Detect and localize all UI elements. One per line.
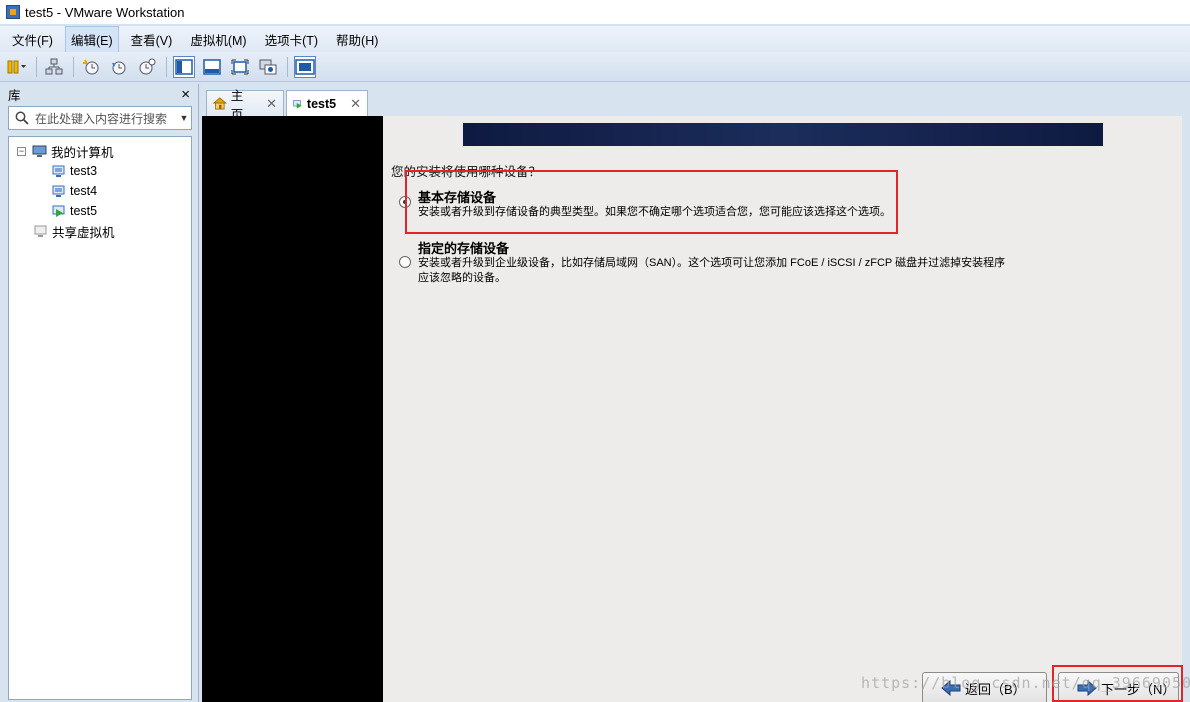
toolbar-separator bbox=[36, 56, 37, 77]
library-title: 库 bbox=[8, 88, 21, 103]
menu-edit[interactable]: 编辑(E) bbox=[64, 25, 119, 53]
console-view-icon[interactable] bbox=[294, 55, 316, 78]
snapshot-manager-icon[interactable] bbox=[136, 56, 158, 78]
menu-bar: 文件(F) 编辑(E) 查看(V) 虚拟机(M) 选项卡(T) 帮助(H) bbox=[0, 25, 1190, 53]
vm-running-icon bbox=[293, 99, 302, 109]
tree-item-test3[interactable]: test3 bbox=[9, 161, 191, 181]
network-icon[interactable] bbox=[43, 56, 65, 78]
menu-view[interactable]: 查看(V) bbox=[125, 26, 179, 53]
revert-icon[interactable] bbox=[108, 56, 130, 78]
vm-console-screen[interactable]: 您的安装将使用哪种设备？ 基本存储设备 安装或者升级到存储设备的典型类型。如果您… bbox=[383, 116, 1190, 702]
quick-switch-icon[interactable] bbox=[201, 56, 223, 78]
vmware-logo-icon bbox=[6, 5, 20, 19]
library-header: 库 × bbox=[0, 84, 198, 104]
menu-file[interactable]: 文件(F) bbox=[6, 26, 59, 53]
menu-tabs[interactable]: 选项卡(T) bbox=[259, 26, 324, 53]
window-title: test5 - VMware Workstation bbox=[25, 4, 185, 20]
menu-help[interactable]: 帮助(H) bbox=[330, 26, 384, 53]
library-search-input[interactable]: 在此处键入内容进行搜索 ▼ bbox=[8, 106, 192, 130]
tab-label: test5 bbox=[306, 97, 337, 111]
search-icon bbox=[15, 111, 29, 125]
vm-icon bbox=[52, 185, 65, 197]
menu-vm[interactable]: 虚拟机(M) bbox=[184, 26, 252, 53]
collapse-icon[interactable]: − bbox=[17, 146, 26, 156]
installer-banner bbox=[463, 123, 1103, 146]
close-icon[interactable]: × bbox=[181, 86, 190, 103]
vm-console-black-area[interactable] bbox=[202, 116, 383, 702]
chevron-down-icon[interactable]: ▼ bbox=[177, 113, 191, 123]
toolbar-separator bbox=[166, 56, 167, 77]
highlight-box-basic-storage bbox=[405, 170, 898, 234]
vm-console-border bbox=[1182, 116, 1190, 702]
vm-icon bbox=[52, 165, 65, 177]
tree-item-label: 共享虚拟机 bbox=[52, 225, 115, 240]
toolbar-separator bbox=[287, 56, 288, 77]
shared-vm-icon bbox=[34, 225, 47, 237]
tab-home[interactable]: 主页 ✕ bbox=[206, 89, 284, 122]
computer-icon bbox=[32, 145, 47, 157]
snapshot-icon[interactable] bbox=[80, 56, 102, 78]
tree-item-my-computer[interactable]: − 我的计算机 bbox=[9, 141, 191, 161]
library-tree: − 我的计算机 test3 test4 test5 共享虚拟机 bbox=[8, 136, 192, 700]
tree-item-label: test4 bbox=[70, 184, 98, 198]
tree-item-shared-vms[interactable]: 共享虚拟机 bbox=[9, 221, 191, 241]
unity-icon[interactable] bbox=[257, 56, 279, 78]
fullscreen-icon[interactable] bbox=[229, 56, 251, 78]
radio-specialized-storage[interactable] bbox=[399, 256, 411, 268]
watermark-text: https://blog.csdn.net/qq_39669050 bbox=[861, 674, 1190, 692]
vm-running-icon bbox=[52, 205, 65, 217]
close-icon[interactable]: ✕ bbox=[266, 96, 277, 112]
option-specialized-storage-desc-line2: 应该忽略的设备。 bbox=[418, 272, 506, 284]
tab-test5[interactable]: test5 ✕ bbox=[286, 90, 368, 117]
toolbar-separator bbox=[73, 56, 74, 77]
tab-bar: 主页 ✕ test5 ✕ bbox=[202, 84, 1190, 122]
title-bar: test5 - VMware Workstation bbox=[0, 0, 1190, 24]
tree-item-label: 我的计算机 bbox=[51, 145, 114, 160]
close-icon[interactable]: ✕ bbox=[350, 96, 361, 112]
tree-item-label: test5 bbox=[70, 204, 98, 218]
tree-item-label: test3 bbox=[70, 164, 98, 178]
tree-item-test5[interactable]: test5 bbox=[9, 201, 191, 221]
library-panel: 库 × 在此处键入内容进行搜索 ▼ − 我的计算机 test3 test4 te… bbox=[0, 84, 199, 702]
tree-item-test4[interactable]: test4 bbox=[9, 181, 191, 201]
pause-icon[interactable] bbox=[6, 56, 28, 78]
normal-view-icon[interactable] bbox=[173, 55, 195, 78]
search-placeholder: 在此处键入内容进行搜索 bbox=[35, 111, 168, 126]
toolbar bbox=[0, 52, 1190, 82]
home-icon bbox=[213, 97, 227, 110]
option-specialized-storage-title[interactable]: 指定的存储设备 bbox=[418, 238, 509, 257]
option-specialized-storage-desc-line1: 安装或者升级到企业级设备，比如存储局域网（SAN）。这个选项可让您添加 FCoE… bbox=[418, 257, 1006, 269]
